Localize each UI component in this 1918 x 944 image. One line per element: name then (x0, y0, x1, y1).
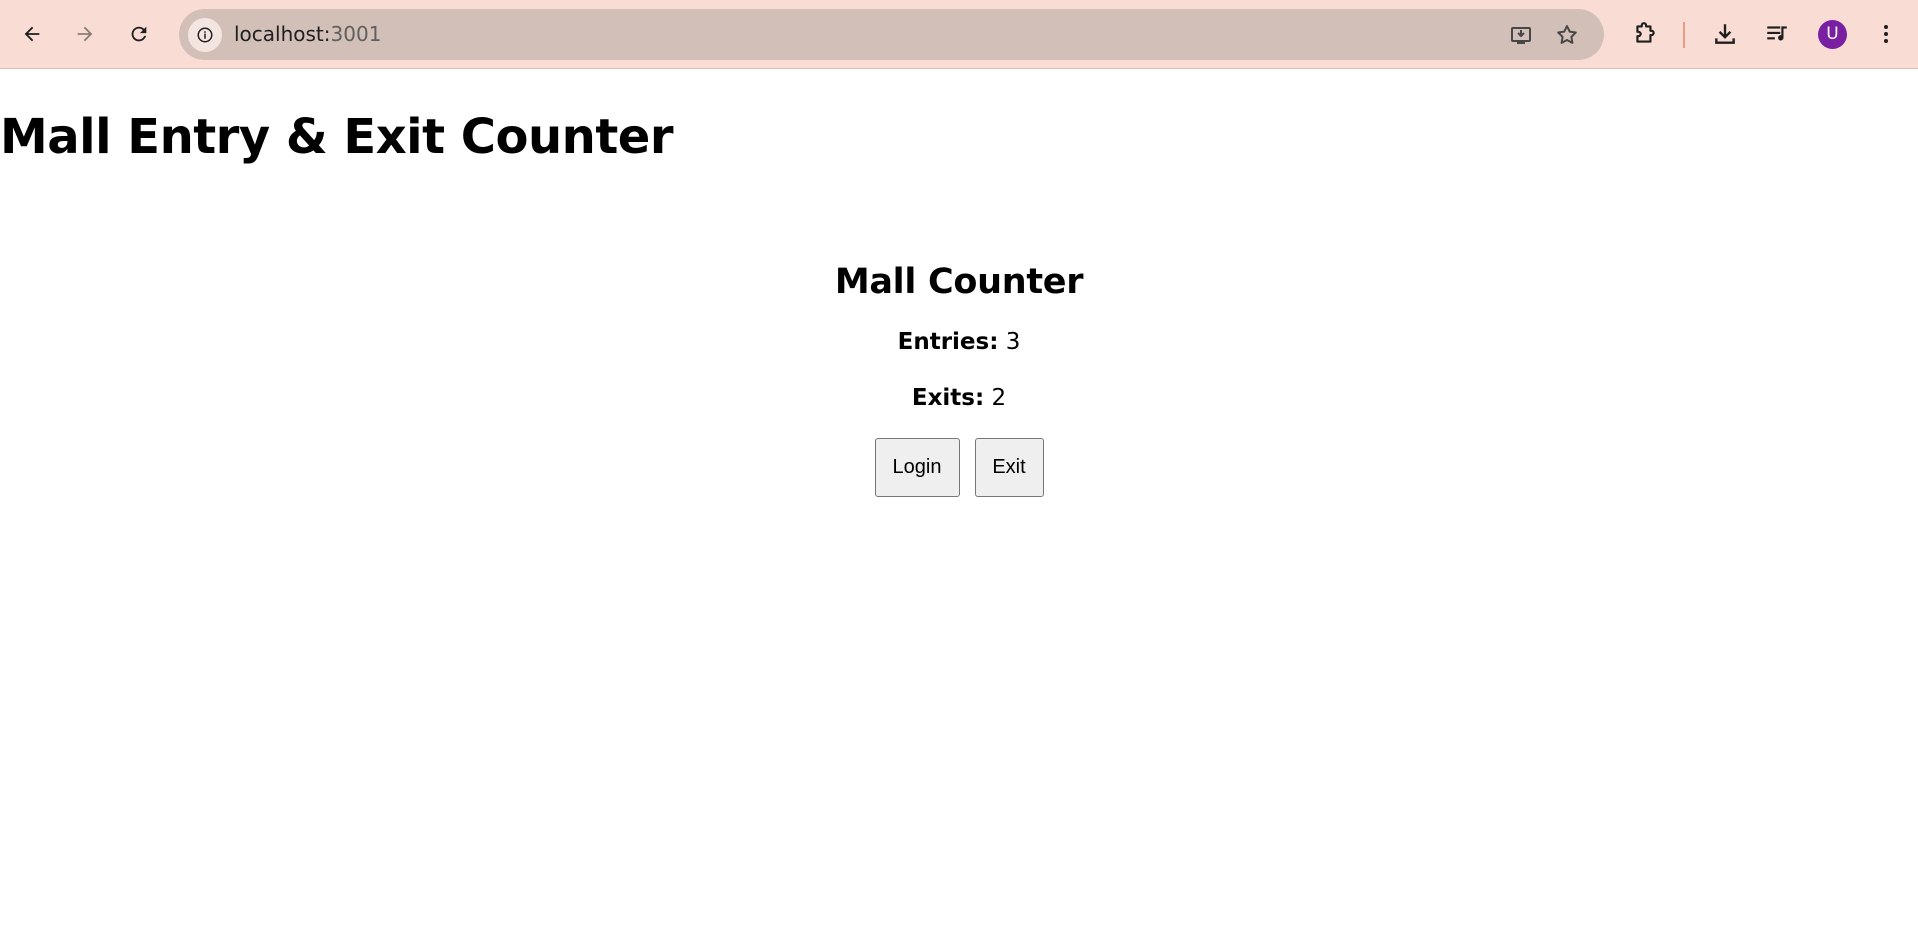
downloads-button[interactable] (1707, 16, 1743, 52)
url-text[interactable]: localhost:3001 (234, 21, 381, 47)
profile-avatar[interactable]: U (1818, 20, 1847, 49)
arrow-left-icon (24, 26, 40, 42)
page-title: Mall Entry & Exit Counter (0, 109, 674, 165)
reload-icon (131, 26, 147, 42)
site-info-button[interactable] (188, 18, 222, 52)
counter-title: Mall Counter (834, 262, 1084, 302)
mall-counter-card: Mall Counter Entries: 3 Exits: 2 Login E… (0, 260, 1918, 497)
browser-toolbar: localhost:3001 U (0, 0, 1918, 69)
bookmark-button[interactable] (1549, 17, 1585, 53)
exits-stat: Exits: 2 (0, 384, 1918, 412)
url-port: 3001 (330, 22, 382, 46)
exit-button[interactable]: Exit (974, 438, 1044, 497)
install-app-icon (1511, 27, 1531, 44)
url-host: localhost: (234, 22, 331, 46)
entries-label: Entries: (897, 329, 999, 355)
download-icon (1715, 24, 1735, 44)
browser-menu-button[interactable] (1868, 16, 1904, 52)
install-app-button[interactable] (1503, 17, 1539, 53)
star-icon (1557, 25, 1577, 44)
more-vertical-icon (1884, 25, 1888, 43)
back-button[interactable] (12, 14, 52, 54)
arrow-right-icon (77, 26, 93, 42)
entries-value: 3 (1005, 329, 1021, 355)
extensions-button[interactable] (1627, 16, 1663, 52)
address-bar[interactable]: localhost:3001 (179, 9, 1604, 60)
playlist-music-icon (1767, 26, 1787, 41)
media-controls-button[interactable] (1759, 16, 1795, 52)
puzzle-icon (1636, 22, 1655, 43)
page-content: Mall Entry & Exit Counter Mall Counter E… (0, 70, 1918, 944)
forward-button[interactable] (65, 14, 105, 54)
exits-label: Exits: (911, 385, 985, 411)
button-row: Login Exit (0, 438, 1918, 497)
toolbar-separator (1683, 22, 1685, 48)
login-button[interactable]: Login (874, 438, 960, 497)
entries-stat: Entries: 3 (0, 328, 1918, 356)
info-icon (197, 27, 213, 43)
exits-value: 2 (991, 385, 1007, 411)
reload-button[interactable] (119, 14, 159, 54)
